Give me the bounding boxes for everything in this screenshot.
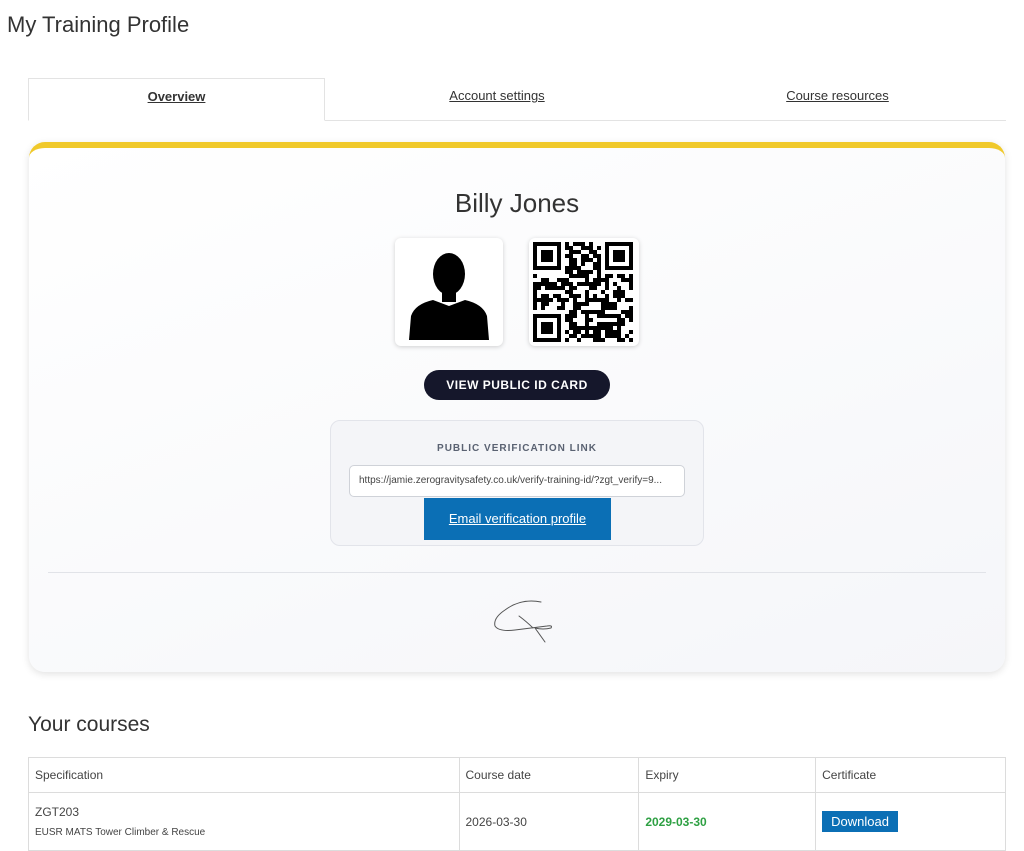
verification-link-field[interactable]: https://jamie.zerogravitysafety.co.uk/ve… xyxy=(349,465,685,497)
tab-overview[interactable]: Overview xyxy=(28,78,325,121)
column-header-certificate: Certificate xyxy=(815,757,1006,793)
verification-label: PUBLIC VERIFICATION LINK xyxy=(437,443,597,454)
qr-code-icon xyxy=(533,242,633,342)
course-date-cell: 2026-03-30 xyxy=(458,792,640,851)
profile-photo xyxy=(395,238,503,346)
profile-card: Billy Jones VIEW PUBLIC ID CARD PUBLIC V… xyxy=(29,142,1005,672)
verification-panel: PUBLIC VERIFICATION LINK https://jamie.z… xyxy=(330,420,704,546)
certificate-cell: Download xyxy=(815,792,1006,851)
course-name: EUSR MATS Tower Climber & Rescue xyxy=(35,827,206,838)
card-divider xyxy=(48,572,986,573)
specification-cell: ZGT203 EUSR MATS Tower Climber & Rescue xyxy=(28,792,460,851)
expiry-cell: 2029-03-30 xyxy=(638,792,817,851)
tab-account-settings[interactable]: Account settings xyxy=(325,78,669,120)
profile-tabs: Overview Account settings Course resourc… xyxy=(28,78,1006,121)
courses-title: Your courses xyxy=(28,713,150,736)
view-public-id-card-button[interactable]: VIEW PUBLIC ID CARD xyxy=(424,370,610,400)
table-row: ZGT203 EUSR MATS Tower Climber & Rescue … xyxy=(28,792,1006,851)
signature-icon xyxy=(494,600,552,643)
column-header-expiry: Expiry xyxy=(638,757,817,793)
profile-name: Billy Jones xyxy=(454,188,580,218)
email-verification-profile-button[interactable]: Email verification profile xyxy=(424,498,611,540)
person-silhouette-icon xyxy=(409,253,489,340)
tab-course-resources[interactable]: Course resources xyxy=(669,78,1006,120)
course-code: ZGT203 xyxy=(35,805,80,819)
table-header-row: Specification Course date Expiry Certifi… xyxy=(28,757,1006,793)
column-header-specification: Specification xyxy=(28,757,460,793)
courses-table: Specification Course date Expiry Certifi… xyxy=(28,757,1006,851)
column-header-course-date: Course date xyxy=(458,757,640,793)
qr-code xyxy=(529,238,639,346)
download-certificate-button[interactable]: Download xyxy=(822,811,898,832)
page-title: My Training Profile xyxy=(7,12,190,37)
expiry-date: 2029-03-30 xyxy=(645,814,707,829)
